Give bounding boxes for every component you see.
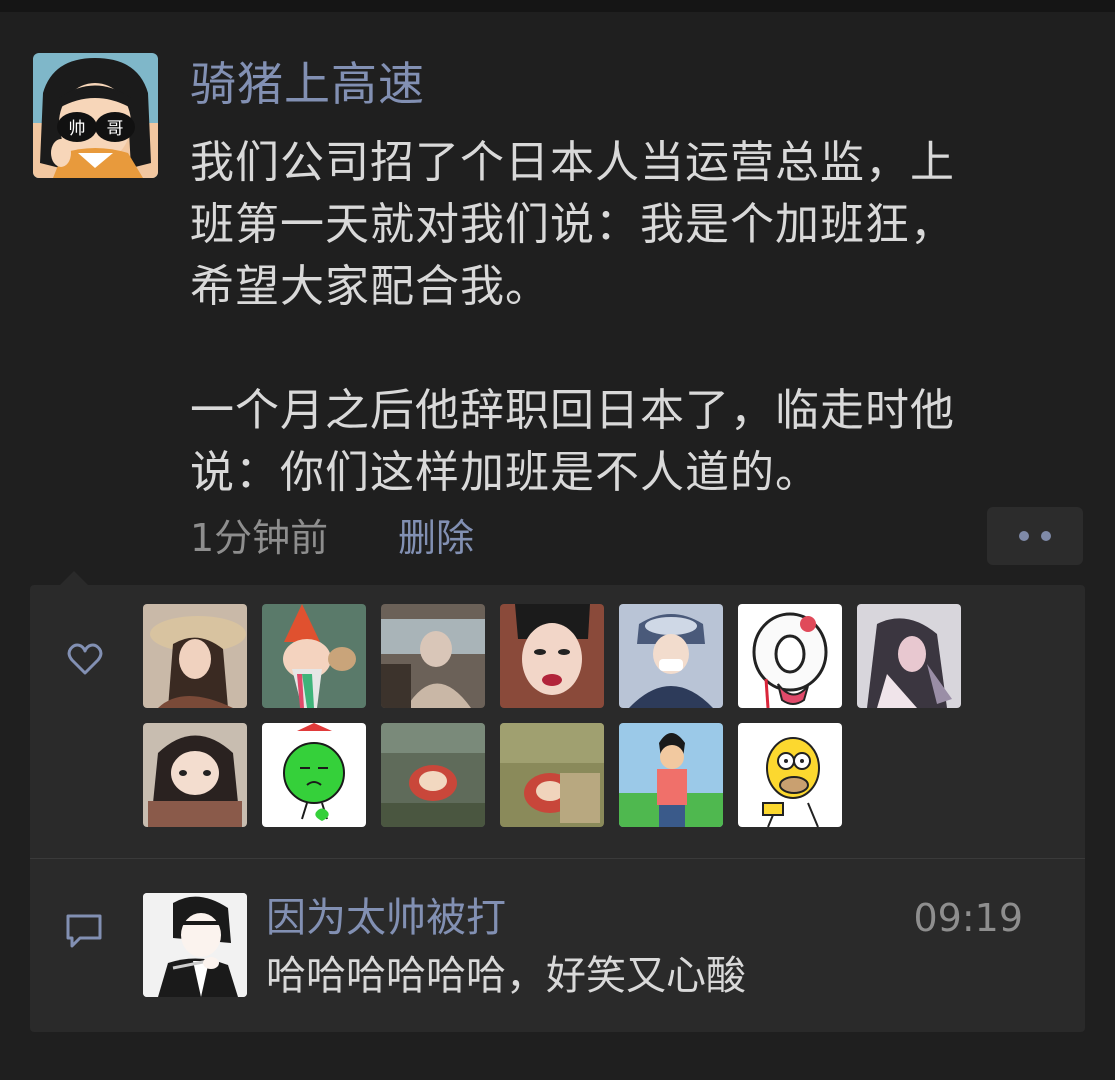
liker-avatar[interactable] bbox=[143, 723, 247, 827]
post-body: 我们公司招了个日本人当运营总监，上 班第一天就对我们说：我是个加班狂， 希望大家… bbox=[190, 132, 1040, 504]
post-body-line: 班第一天就对我们说：我是个加班狂， bbox=[190, 199, 955, 250]
liker-avatar[interactable] bbox=[738, 723, 842, 827]
liker-avatar[interactable] bbox=[381, 604, 485, 708]
liker-avatar[interactable] bbox=[619, 723, 723, 827]
post-body-line: 我们公司招了个日本人当运营总监，上 bbox=[190, 137, 955, 188]
panel-caret bbox=[60, 571, 88, 585]
liker-avatar[interactable] bbox=[619, 604, 723, 708]
liker-avatar[interactable] bbox=[738, 604, 842, 708]
svg-text:帅: 帅 bbox=[69, 119, 86, 139]
more-actions-button[interactable] bbox=[987, 507, 1083, 565]
moments-feed: 帅 哥 骑猪上高速 我们公司招了个日本人当运营总监，上 班第一天就对我们说：我是… bbox=[0, 0, 1115, 1080]
liker-avatar[interactable] bbox=[262, 604, 366, 708]
post-author-name[interactable]: 骑猪上高速 bbox=[190, 56, 425, 112]
panel-divider bbox=[30, 858, 1085, 859]
delete-button[interactable]: 删除 bbox=[398, 510, 474, 566]
svg-text:哥: 哥 bbox=[107, 119, 124, 139]
liker-avatar[interactable] bbox=[500, 723, 604, 827]
heart-outline-icon bbox=[66, 640, 104, 678]
post-author-avatar[interactable]: 帅 哥 bbox=[33, 53, 158, 178]
liker-avatar[interactable] bbox=[262, 723, 366, 827]
speech-bubble-icon bbox=[64, 912, 104, 950]
commenter-avatar[interactable] bbox=[143, 893, 247, 997]
post-body-line: 希望大家配合我。 bbox=[190, 261, 550, 312]
top-edge bbox=[0, 0, 1115, 12]
post-body-line: 一个月之后他辞职回日本了，临走时他 bbox=[190, 385, 955, 436]
comment-text[interactable]: 哈哈哈哈哈哈，好笑又心酸 bbox=[266, 948, 746, 1004]
post-body-line: 说：你们这样加班是不人道的。 bbox=[190, 447, 820, 498]
liker-avatar[interactable] bbox=[500, 604, 604, 708]
comment-timestamp: 09:19 bbox=[913, 896, 1023, 940]
ellipsis-icon bbox=[1019, 531, 1029, 541]
comment-author-name[interactable]: 因为太帅被打 bbox=[266, 892, 506, 944]
liker-avatar[interactable] bbox=[857, 604, 961, 708]
liker-avatar[interactable] bbox=[381, 723, 485, 827]
ellipsis-icon bbox=[1041, 531, 1051, 541]
post-timestamp: 1分钟前 bbox=[190, 516, 329, 560]
liker-avatar[interactable] bbox=[143, 604, 247, 708]
